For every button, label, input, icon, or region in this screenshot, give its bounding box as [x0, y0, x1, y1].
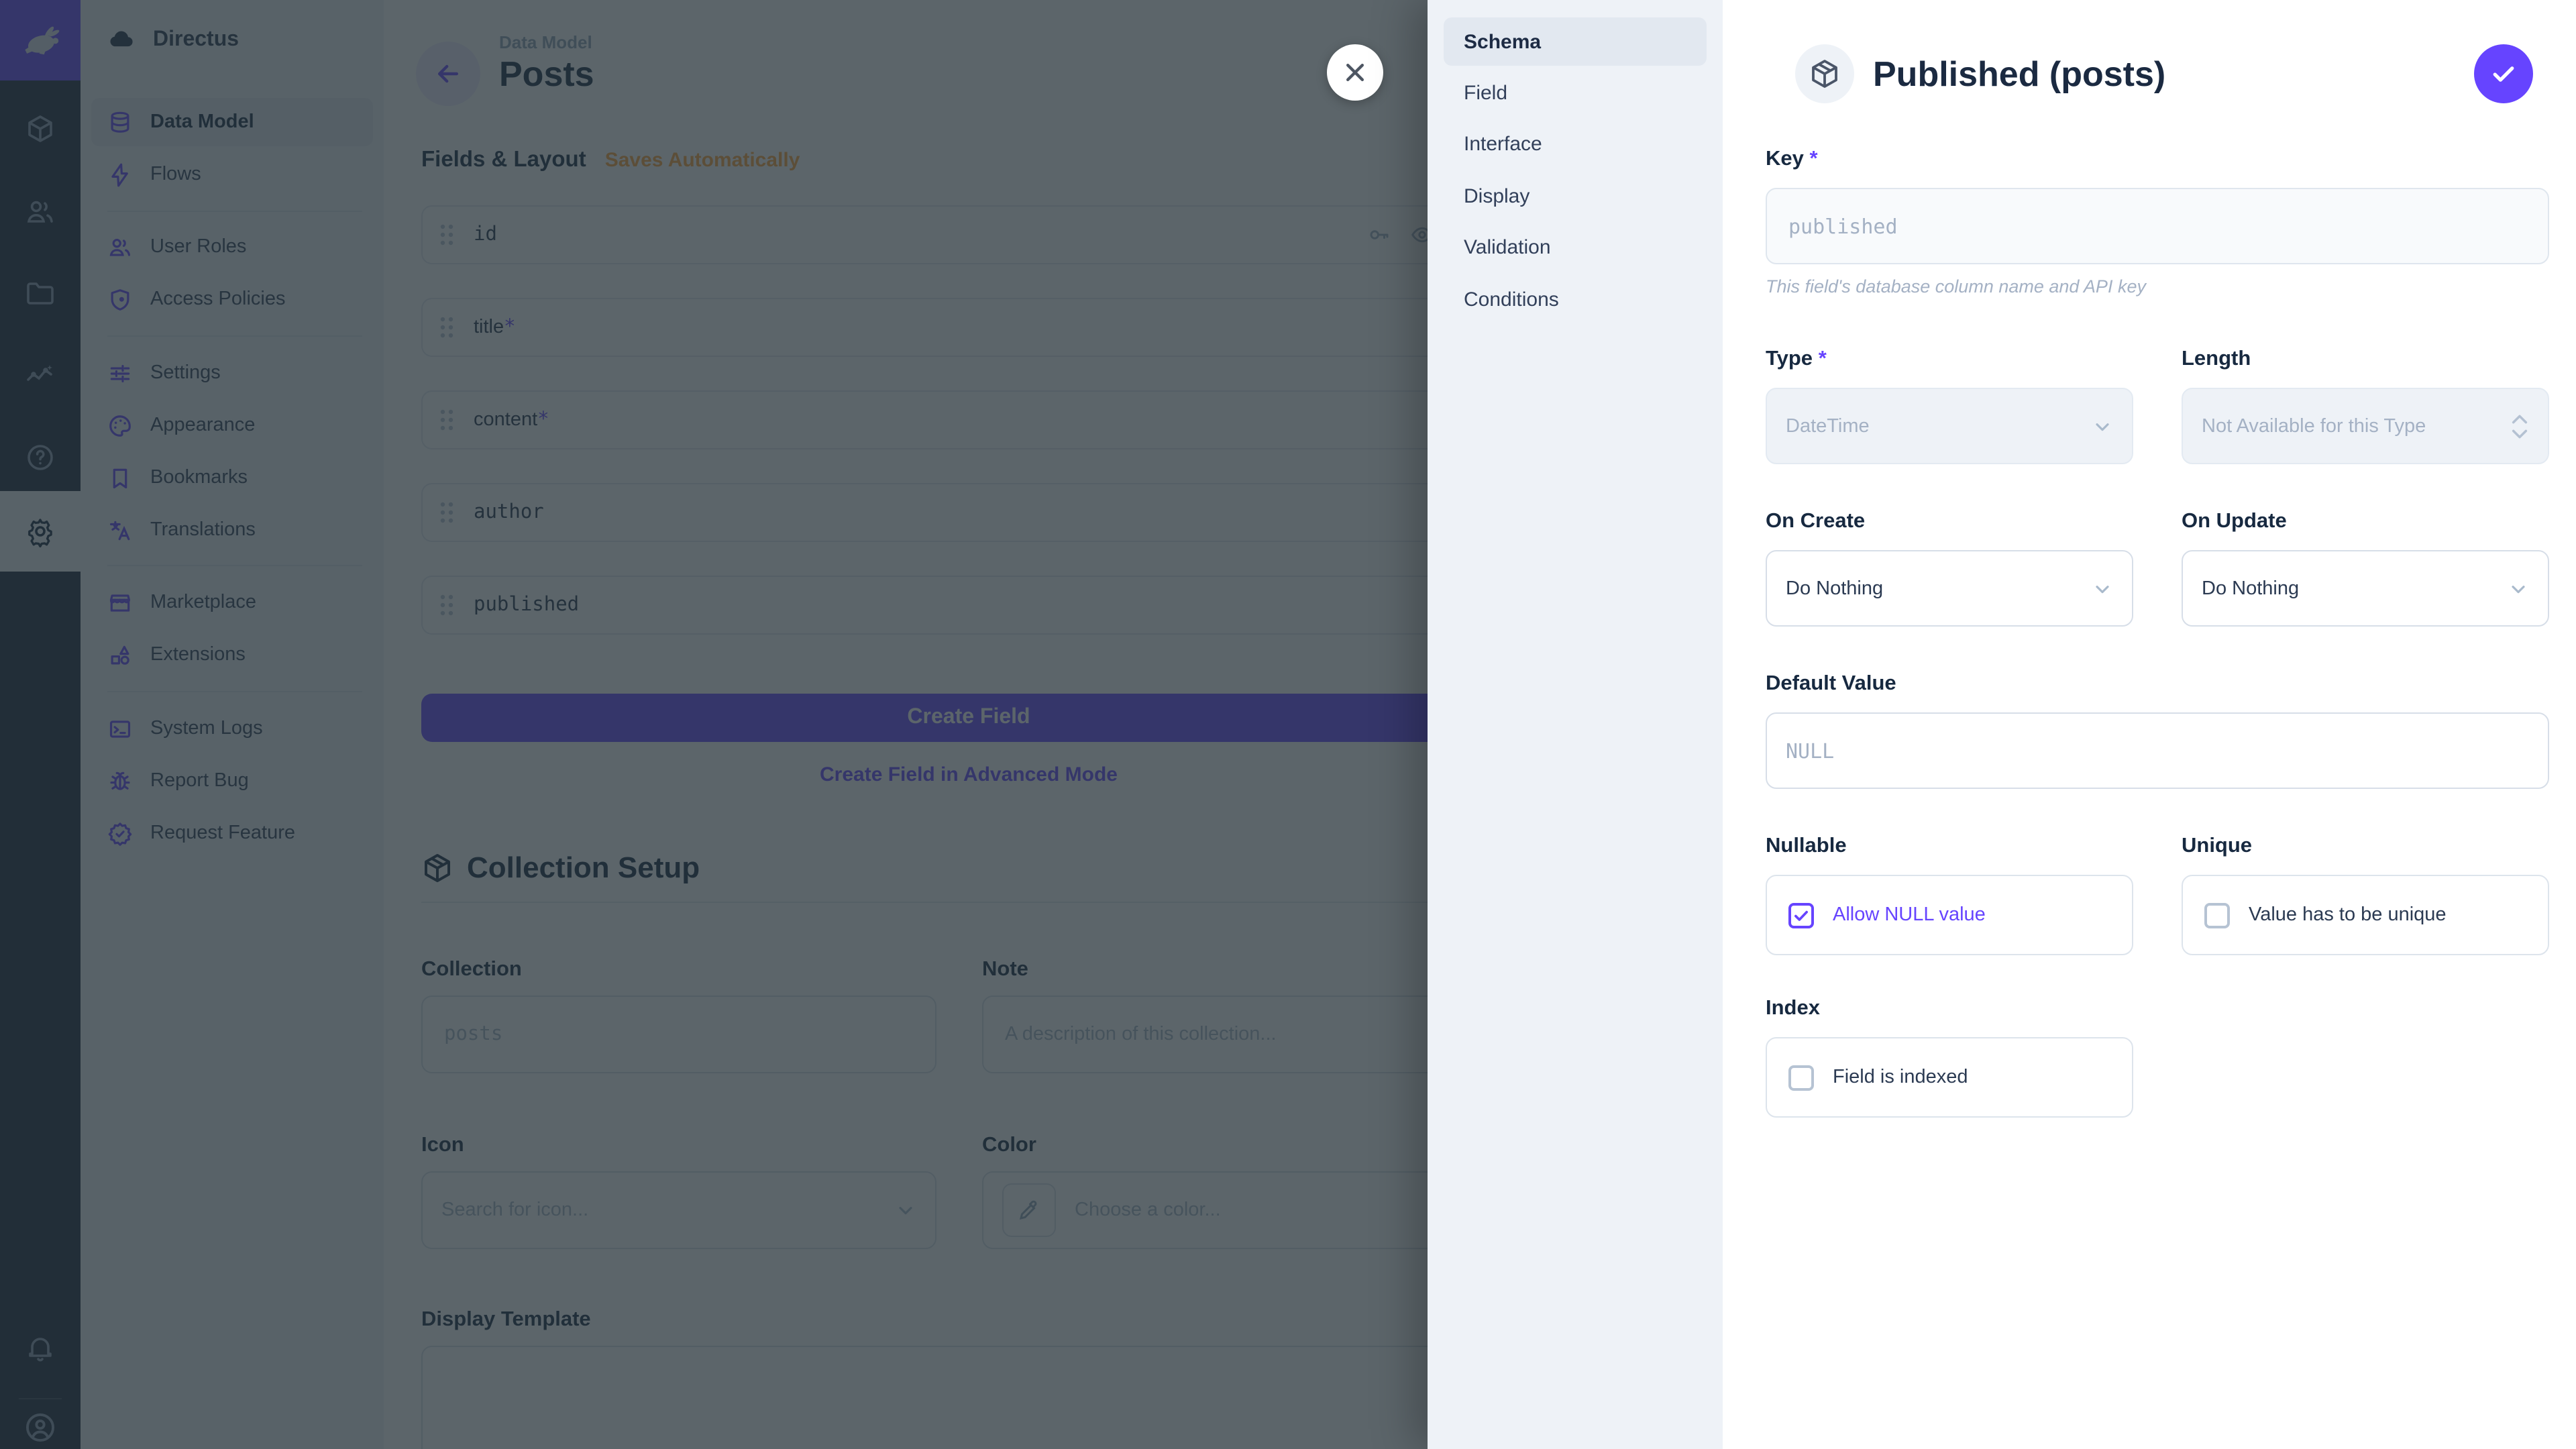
index-checkbox-label: Field is indexed	[1833, 1067, 1968, 1088]
tab-validation[interactable]: Validation	[1444, 223, 1707, 271]
unique-panel[interactable]: Value has to be unique	[2182, 875, 2549, 955]
key-label: Key *	[1766, 148, 1818, 172]
type-label: Type *	[1766, 347, 1827, 372]
tab-interface[interactable]: Interface	[1444, 119, 1707, 168]
nullable-checkbox-label: Allow NULL value	[1833, 904, 1986, 926]
tab-conditions[interactable]: Conditions	[1444, 275, 1707, 323]
length-input[interactable]: Not Available for this Type	[2182, 388, 2549, 464]
check-icon	[2489, 59, 2518, 89]
chevron-down-icon	[2510, 427, 2529, 439]
on-create-select[interactable]: Do Nothing	[1766, 550, 2133, 627]
nullable-panel[interactable]: Allow NULL value	[1766, 875, 2133, 955]
on-update-label: On Update	[2182, 510, 2287, 534]
default-value-input[interactable]: NULL	[1766, 712, 2549, 789]
index-label: Index	[1766, 997, 1820, 1021]
key-input[interactable]: published	[1766, 188, 2549, 264]
key-note: This field's database column name and AP…	[1766, 276, 2146, 297]
length-stepper[interactable]	[2510, 413, 2529, 439]
unique-checkbox[interactable]	[2204, 902, 2230, 928]
drawer-tab-nav: Schema Field Interface Display Validatio…	[1428, 0, 1723, 1449]
on-create-label: On Create	[1766, 510, 1865, 534]
chevron-down-icon	[2092, 415, 2113, 437]
type-select[interactable]: DateTime	[1766, 388, 2133, 464]
nullable-checkbox[interactable]	[1788, 902, 1814, 928]
chevron-up-icon	[2510, 413, 2529, 425]
drawer-content: Published (posts) Key * published This f…	[1723, 0, 2576, 1449]
drawer-close-button[interactable]	[1327, 44, 1383, 101]
chevron-down-icon	[2092, 578, 2113, 599]
index-checkbox[interactable]	[1788, 1065, 1814, 1090]
tab-field[interactable]: Field	[1444, 68, 1707, 117]
package-icon	[1809, 58, 1841, 90]
length-label: Length	[2182, 347, 2251, 372]
field-type-icon-circle	[1795, 44, 1854, 103]
field-detail-drawer: Schema Field Interface Display Validatio…	[1428, 0, 2576, 1449]
unique-label: Unique	[2182, 835, 2252, 859]
on-update-select[interactable]: Do Nothing	[2182, 550, 2549, 627]
required-mark: *	[1819, 347, 1827, 370]
chevron-down-icon	[2508, 578, 2529, 599]
tab-display[interactable]: Display	[1444, 172, 1707, 220]
tab-schema[interactable]: Schema	[1444, 17, 1707, 66]
close-icon	[1342, 59, 1368, 86]
index-panel[interactable]: Field is indexed	[1766, 1037, 2133, 1118]
unique-checkbox-label: Value has to be unique	[2249, 904, 2447, 926]
app-window: Directus Data Model Flows User Roles Acc…	[0, 0, 2576, 1449]
save-button[interactable]	[2474, 44, 2533, 103]
nullable-label: Nullable	[1766, 835, 1847, 859]
check-icon	[1792, 906, 1810, 924]
default-value-label: Default Value	[1766, 672, 1896, 696]
required-mark: *	[1810, 148, 1818, 170]
drawer-title: Published (posts)	[1873, 54, 2165, 95]
